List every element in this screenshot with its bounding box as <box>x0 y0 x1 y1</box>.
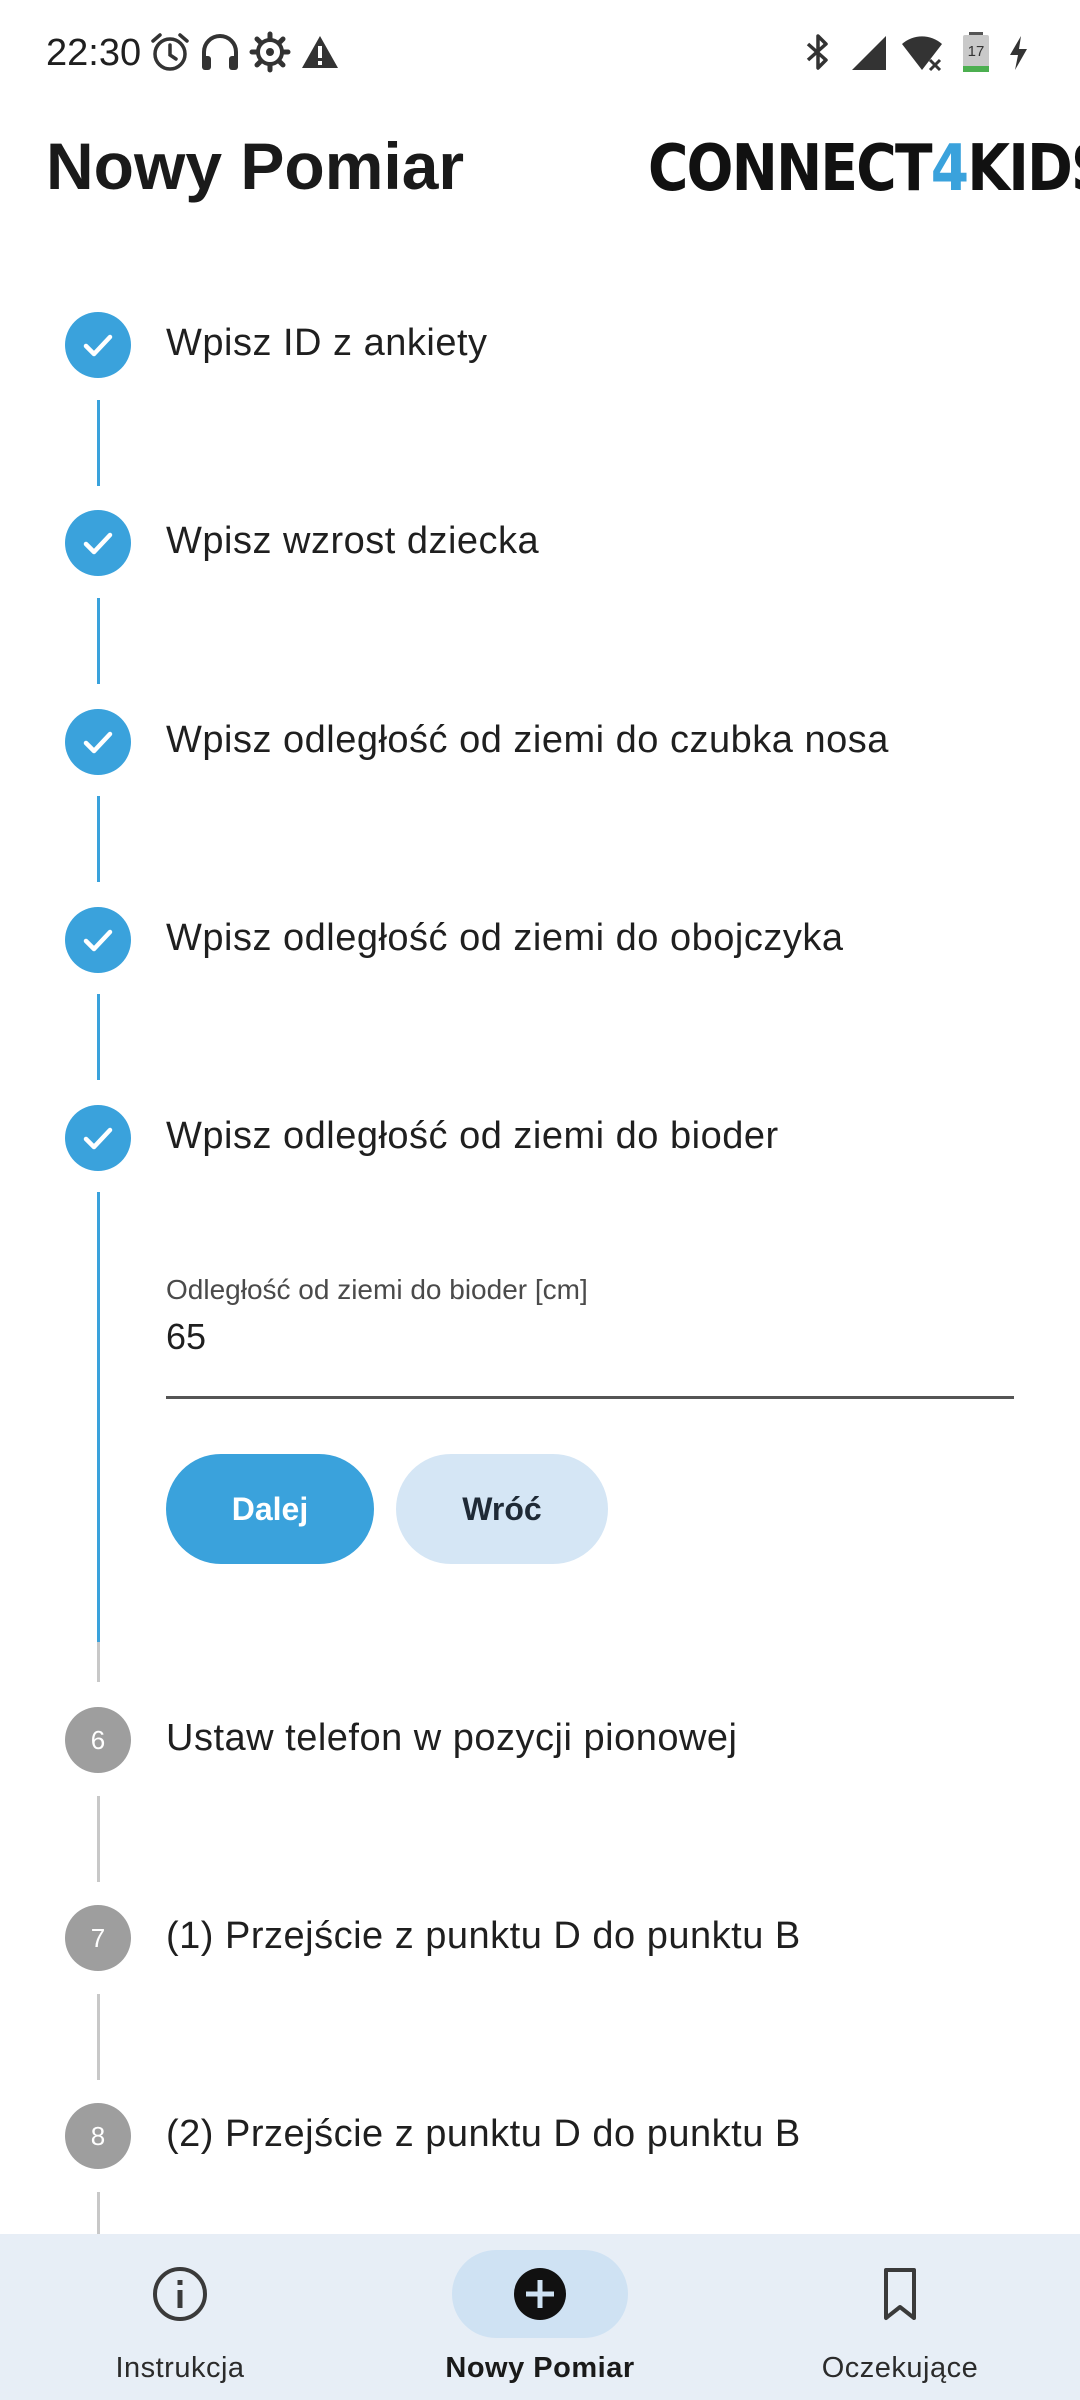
step-6-label[interactable]: Ustaw telefon w pozycji pionowej <box>166 1717 738 1760</box>
step-connector <box>97 2192 100 2234</box>
headset-icon <box>202 34 238 70</box>
status-time: 22:30 <box>46 32 142 74</box>
step-6-number[interactable]: 6 <box>65 1707 131 1773</box>
step-3-check-icon[interactable] <box>65 709 131 775</box>
back-button[interactable]: Wróć <box>396 1454 608 1564</box>
connect4kids-logo: CONNECT4KIDS <box>648 132 1080 206</box>
step-connector <box>97 1192 100 1642</box>
battery-icon: 17 <box>963 32 989 72</box>
logo-text-before: CONNECT <box>648 132 933 206</box>
nav-item-nowy-pomiar[interactable]: Nowy Pomiar <box>360 2234 720 2400</box>
warning-icon <box>302 36 338 68</box>
step-connector <box>97 1642 100 1682</box>
logo-text-after: KIDS <box>967 132 1080 206</box>
next-button[interactable]: Dalej <box>166 1454 374 1564</box>
step-8-number[interactable]: 8 <box>65 2103 131 2169</box>
logo-text-accent: 4 <box>930 132 969 206</box>
hip-distance-input[interactable] <box>166 1316 1006 1358</box>
wifi-icon <box>902 36 942 72</box>
step-connector <box>97 796 100 882</box>
add-circle-icon <box>514 2268 566 2320</box>
bookmark-icon <box>884 2268 916 2320</box>
alarm-icon <box>151 33 189 71</box>
step-connector <box>97 994 100 1080</box>
step-4-label[interactable]: Wpisz odległość od ziemi do obojczyka <box>166 917 843 960</box>
settings-icon <box>249 31 291 73</box>
bluetooth-icon <box>806 34 828 70</box>
step-7-number[interactable]: 7 <box>65 1905 131 1971</box>
step-5-check-icon[interactable] <box>65 1105 131 1171</box>
battery-level-text: 17 <box>968 43 985 60</box>
step-connector <box>97 1994 100 2080</box>
signal-icon <box>852 36 886 70</box>
step-5-label[interactable]: Wpisz odległość od ziemi do bioder <box>166 1115 779 1158</box>
status-bar: 22:30 17 <box>0 0 1080 112</box>
bottom-navigation: Instrukcja Nowy Pomiar Oczekujące <box>0 2234 1080 2400</box>
step-8-label[interactable]: (2) Przejście z punktu D do punktu B <box>166 2113 801 2156</box>
step-7-label[interactable]: (1) Przejście z punktu D do punktu B <box>166 1915 801 1958</box>
nav-label-nowy-pomiar: Nowy Pomiar <box>445 2352 635 2384</box>
step-connector <box>97 1796 100 1882</box>
step-connector <box>97 598 100 684</box>
page-title: Nowy Pomiar <box>46 129 465 203</box>
step-1-label[interactable]: Wpisz ID z ankiety <box>166 322 488 365</box>
nav-item-oczekujace[interactable]: Oczekujące <box>720 2234 1080 2400</box>
step-1-check-icon[interactable] <box>65 312 131 378</box>
step-connector <box>97 400 100 486</box>
nav-item-instrukcja[interactable]: Instrukcja <box>0 2234 360 2400</box>
step-3-label[interactable]: Wpisz odległość od ziemi do czubka nosa <box>166 719 889 762</box>
step-4-check-icon[interactable] <box>65 907 131 973</box>
info-icon <box>153 2267 207 2321</box>
input-underline <box>166 1396 1014 1399</box>
step-2-label[interactable]: Wpisz wzrost dziecka <box>166 520 539 563</box>
nav-label-instrukcja: Instrukcja <box>115 2352 245 2384</box>
step-2-check-icon[interactable] <box>65 510 131 576</box>
hip-distance-field-label: Odległość od ziemi do bioder [cm] <box>166 1274 588 1305</box>
charging-icon <box>1010 36 1027 70</box>
nav-label-oczekujace: Oczekujące <box>821 2352 979 2384</box>
